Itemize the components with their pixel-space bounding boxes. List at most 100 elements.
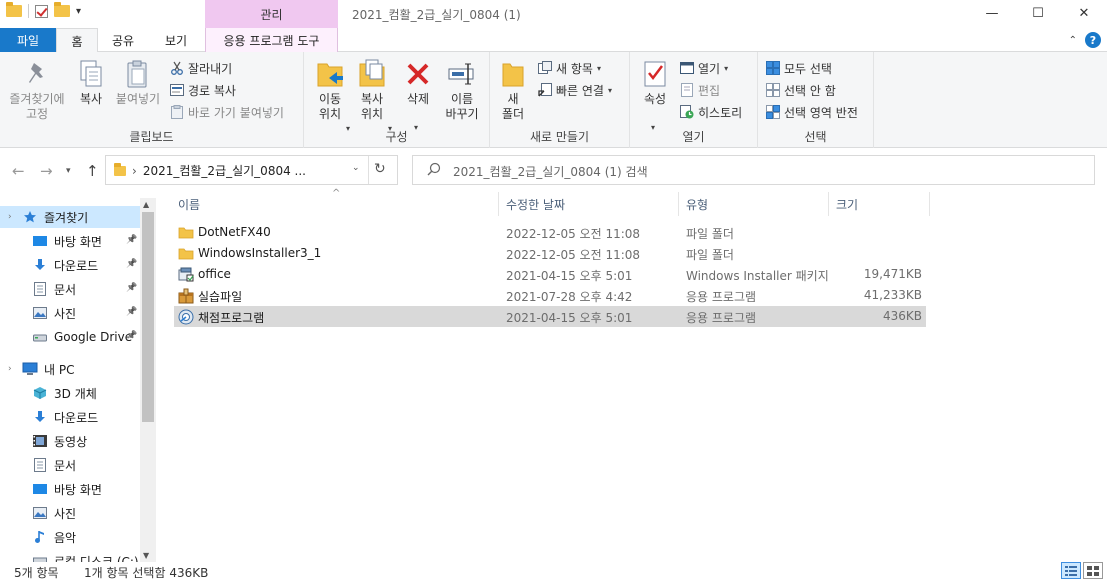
rename-button[interactable]: 이름 바꾸기	[442, 58, 482, 122]
desktop-icon	[32, 483, 48, 495]
pin-icon[interactable]: 📌	[126, 283, 137, 293]
nav-item[interactable]: 바탕 화면	[0, 230, 102, 252]
nav-item[interactable]: 동영상	[0, 430, 87, 452]
nav-item[interactable]: 3D 개체	[0, 382, 97, 404]
back-arrow-icon[interactable]: ←	[12, 162, 25, 180]
video-icon	[32, 435, 48, 447]
file-date: 2021-04-15 오후 5:01	[506, 311, 633, 325]
star-icon	[22, 210, 38, 224]
breadcrumb-path[interactable]: 2021_컴활_2급_실기_0804 ...	[143, 162, 306, 179]
nav-item-label: 문서	[54, 282, 77, 297]
expand-chevron-icon[interactable]: ›	[8, 212, 12, 222]
nav-item[interactable]: › 내 PC	[0, 358, 74, 380]
details-view-button[interactable]	[1061, 562, 1081, 579]
nav-item[interactable]: 다운로드	[0, 406, 98, 428]
nav-item[interactable]: 문서	[0, 454, 76, 476]
file-type: 파일 폴더	[686, 248, 734, 262]
minimize-button[interactable]: —	[969, 0, 1015, 26]
easy-access-label: 빠른 연결	[556, 83, 604, 98]
up-arrow-icon[interactable]: ↑	[86, 162, 99, 180]
refresh-icon[interactable]: ↻	[374, 161, 386, 177]
column-header-size[interactable]: 크기	[836, 196, 858, 213]
column-header-date[interactable]: 수정한 날짜	[506, 196, 565, 213]
nav-item[interactable]: 사진	[0, 302, 76, 324]
nav-item[interactable]: 로컬 디스크 (C:)	[0, 550, 139, 562]
tab-home[interactable]: 홈	[56, 28, 98, 53]
nav-item[interactable]: 다운로드	[0, 254, 98, 276]
recent-locations-chevron-icon[interactable]: ▾	[66, 166, 71, 176]
cut-button[interactable]: 잘라내기	[170, 58, 232, 78]
nav-item-label: 로컬 디스크 (C:)	[54, 554, 139, 563]
easy-access-button[interactable]: 빠른 연결 ▾	[538, 80, 612, 100]
pin-icon[interactable]: 📌	[126, 307, 137, 317]
nav-item[interactable]: 사진	[0, 502, 76, 524]
nav-item-label: 바탕 화면	[54, 482, 102, 497]
delete-button[interactable]: 삭제 ▾	[400, 58, 436, 132]
copy-path-button[interactable]: 경로 복사	[170, 80, 236, 100]
paste-shortcut-button[interactable]: 바로 가기 붙여넣기	[170, 102, 284, 122]
new-folder-button[interactable]: 새 폴더	[498, 58, 528, 122]
search-box[interactable]: 2021_컴활_2급_실기_0804 (1) 검색	[412, 155, 1095, 185]
expand-chevron-icon[interactable]: ›	[8, 364, 12, 374]
organize-group-label: 구성	[385, 130, 408, 144]
tab-file[interactable]: 파일	[0, 28, 56, 52]
nav-item[interactable]: › 즐겨찾기	[0, 206, 140, 228]
file-type: Windows Installer 패키지	[686, 269, 829, 283]
new-item-button[interactable]: 새 항목 ▾	[538, 58, 601, 78]
properties-check-icon[interactable]	[35, 4, 48, 18]
close-button[interactable]: ✕	[1061, 0, 1107, 26]
scroll-thumb[interactable]	[142, 212, 154, 422]
tab-app-tools[interactable]: 응용 프로그램 도구	[205, 28, 338, 52]
new-folder-icon[interactable]	[54, 2, 70, 17]
table-row[interactable]: 실습파일 2021-07-28 오후 4:42 응용 프로그램 41,233KB	[174, 285, 926, 306]
table-row[interactable]: office 2021-04-15 오후 5:01 Windows Installe…	[174, 264, 926, 285]
ribbon-tabs: 파일 홈 공유 보기 응용 프로그램 도구 ⌃ ?	[0, 28, 1107, 53]
paste-button[interactable]: 붙여넣기	[112, 58, 164, 107]
tab-share[interactable]: 공유	[100, 28, 146, 52]
nav-item[interactable]: 바탕 화면	[0, 478, 102, 500]
large-icons-view-button[interactable]	[1083, 562, 1103, 579]
scroll-down-icon[interactable]: ▼	[143, 551, 149, 560]
collapse-ribbon-chevron-icon[interactable]: ⌃	[1069, 35, 1077, 46]
nav-pane-scrollbar[interactable]: ▲ ▼	[140, 198, 156, 562]
copy-button[interactable]: 복사	[72, 58, 110, 107]
open-button[interactable]: 열기 ▾	[680, 58, 728, 78]
pin-to-quick-access-button[interactable]: 즐겨찾기에 고정	[6, 58, 68, 122]
table-row[interactable]: 채점프로그램 2021-04-15 오후 5:01 응용 프로그램 436KB	[174, 306, 926, 327]
new-folder-icon	[498, 58, 528, 90]
table-row[interactable]: WindowsInstaller3_1 2022-12-05 오전 11:08 파일…	[174, 243, 926, 264]
copy-to-icon	[357, 58, 387, 90]
properties-button[interactable]: 속성 ▾	[638, 58, 672, 132]
select-none-button[interactable]: 선택 안 함	[766, 80, 836, 100]
search-input[interactable]: 2021_컴활_2급_실기_0804 (1) 검색	[453, 163, 648, 180]
tab-view[interactable]: 보기	[150, 28, 202, 52]
nav-item[interactable]: Google Drive	[0, 326, 132, 348]
address-dropdown-chevron-icon[interactable]: ⌄	[352, 163, 360, 173]
copy-to-button[interactable]: 복사 위치 ▾	[352, 58, 392, 133]
table-row[interactable]: DotNetFX40 2022-12-05 오전 11:08 파일 폴더	[174, 222, 926, 243]
scroll-up-icon[interactable]: ▲	[143, 200, 149, 209]
pin-icon[interactable]: 📌	[126, 235, 137, 245]
setup-exe-icon	[178, 309, 194, 325]
nav-item-label: 즐겨찾기	[44, 210, 89, 225]
pin-icon[interactable]: 📌	[126, 259, 137, 269]
address-bar[interactable]: › 2021_컴활_2급_실기_0804 ... ⌄ ↻	[105, 155, 398, 185]
folder-icon	[6, 2, 22, 17]
column-header-name[interactable]: 이름	[178, 196, 200, 213]
pin-icon[interactable]: 📌	[126, 331, 137, 341]
nav-item-label: 3D 개체	[54, 386, 97, 401]
copy-path-icon	[170, 83, 184, 97]
maximize-button[interactable]: ☐	[1015, 0, 1061, 26]
history-button[interactable]: 히스토리	[680, 102, 742, 122]
select-all-button[interactable]: 모두 선택	[766, 58, 832, 78]
nav-item[interactable]: 음악	[0, 526, 76, 548]
customize-qat-chevron-icon[interactable]: ▾	[76, 6, 81, 17]
move-to-button[interactable]: 이동 위치 ▾	[310, 58, 350, 133]
invert-selection-button[interactable]: 선택 영역 반전	[766, 102, 858, 122]
rename-icon	[447, 58, 477, 90]
forward-arrow-icon[interactable]: →	[40, 162, 53, 180]
nav-item[interactable]: 문서	[0, 278, 76, 300]
edit-button[interactable]: 편집	[680, 80, 720, 100]
column-header-type[interactable]: 유형	[686, 196, 708, 213]
help-icon[interactable]: ?	[1085, 32, 1101, 48]
